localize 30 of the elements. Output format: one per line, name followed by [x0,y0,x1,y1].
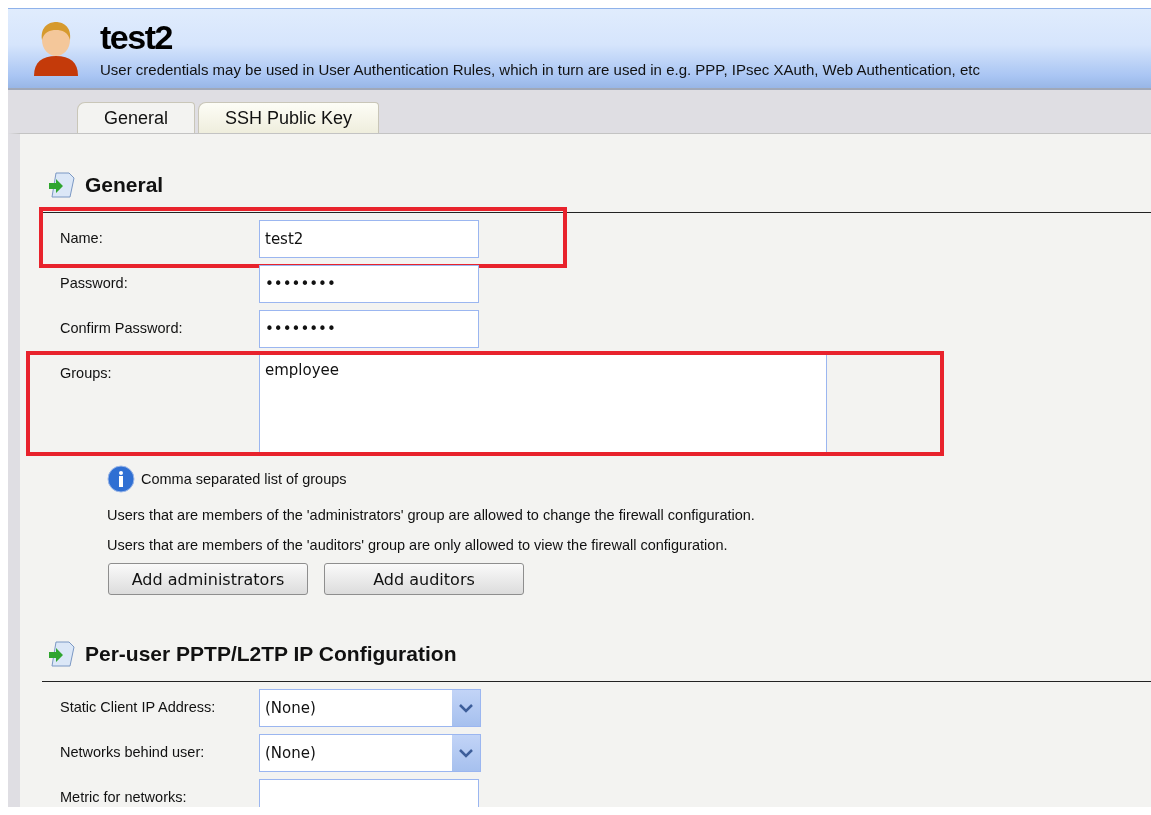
section-title: General [85,173,164,197]
page-subtitle: User credentials may be used in User Authentication Rules, which in turn are used in e.g. PPP, IPsec XAuth, Web Authentication, etc [100,61,980,78]
section-title: Per-user PPTP/L2TP IP Configuration [85,642,457,666]
add-button[interactable]: Add administrators [108,563,308,595]
field-label: Groups: [60,364,113,381]
dropdown[interactable]: (None) [259,734,481,772]
field-label: Name: [60,229,104,246]
groups-field[interactable]: employee [259,355,827,455]
chevron-down-icon [459,703,473,713]
document-arrow-icon [47,171,77,199]
add-button[interactable]: Add auditors [324,563,524,595]
help-text: Users that are members of the 'administrators' group are allowed to change the firewall configuration. [106,507,756,523]
help-text: Users that are members of the 'auditors' group are only allowed to view the firewall configuration. [106,537,729,553]
chevron-down-icon [459,748,473,758]
field-label: Confirm Password: [60,319,184,336]
field-label: Static Client IP Address: [60,698,217,715]
info-text: Comma separated list of groups [141,471,347,487]
password-field[interactable]: •••••••• [259,310,479,348]
text-field[interactable]: test2 [259,220,479,258]
tab[interactable]: SSH Public Key [198,102,380,133]
field-label: Password: [60,274,129,291]
info-icon [107,465,135,493]
password-field[interactable]: •••••••• [259,265,479,303]
field-label: Networks behind user: [60,743,206,760]
tab[interactable]: General [77,102,196,134]
text-field[interactable] [259,779,479,807]
dropdown[interactable]: (None) [259,689,481,727]
document-arrow-icon [47,640,77,668]
field-label: Metric for networks: [60,788,188,805]
page-title: test2 [100,19,173,55]
